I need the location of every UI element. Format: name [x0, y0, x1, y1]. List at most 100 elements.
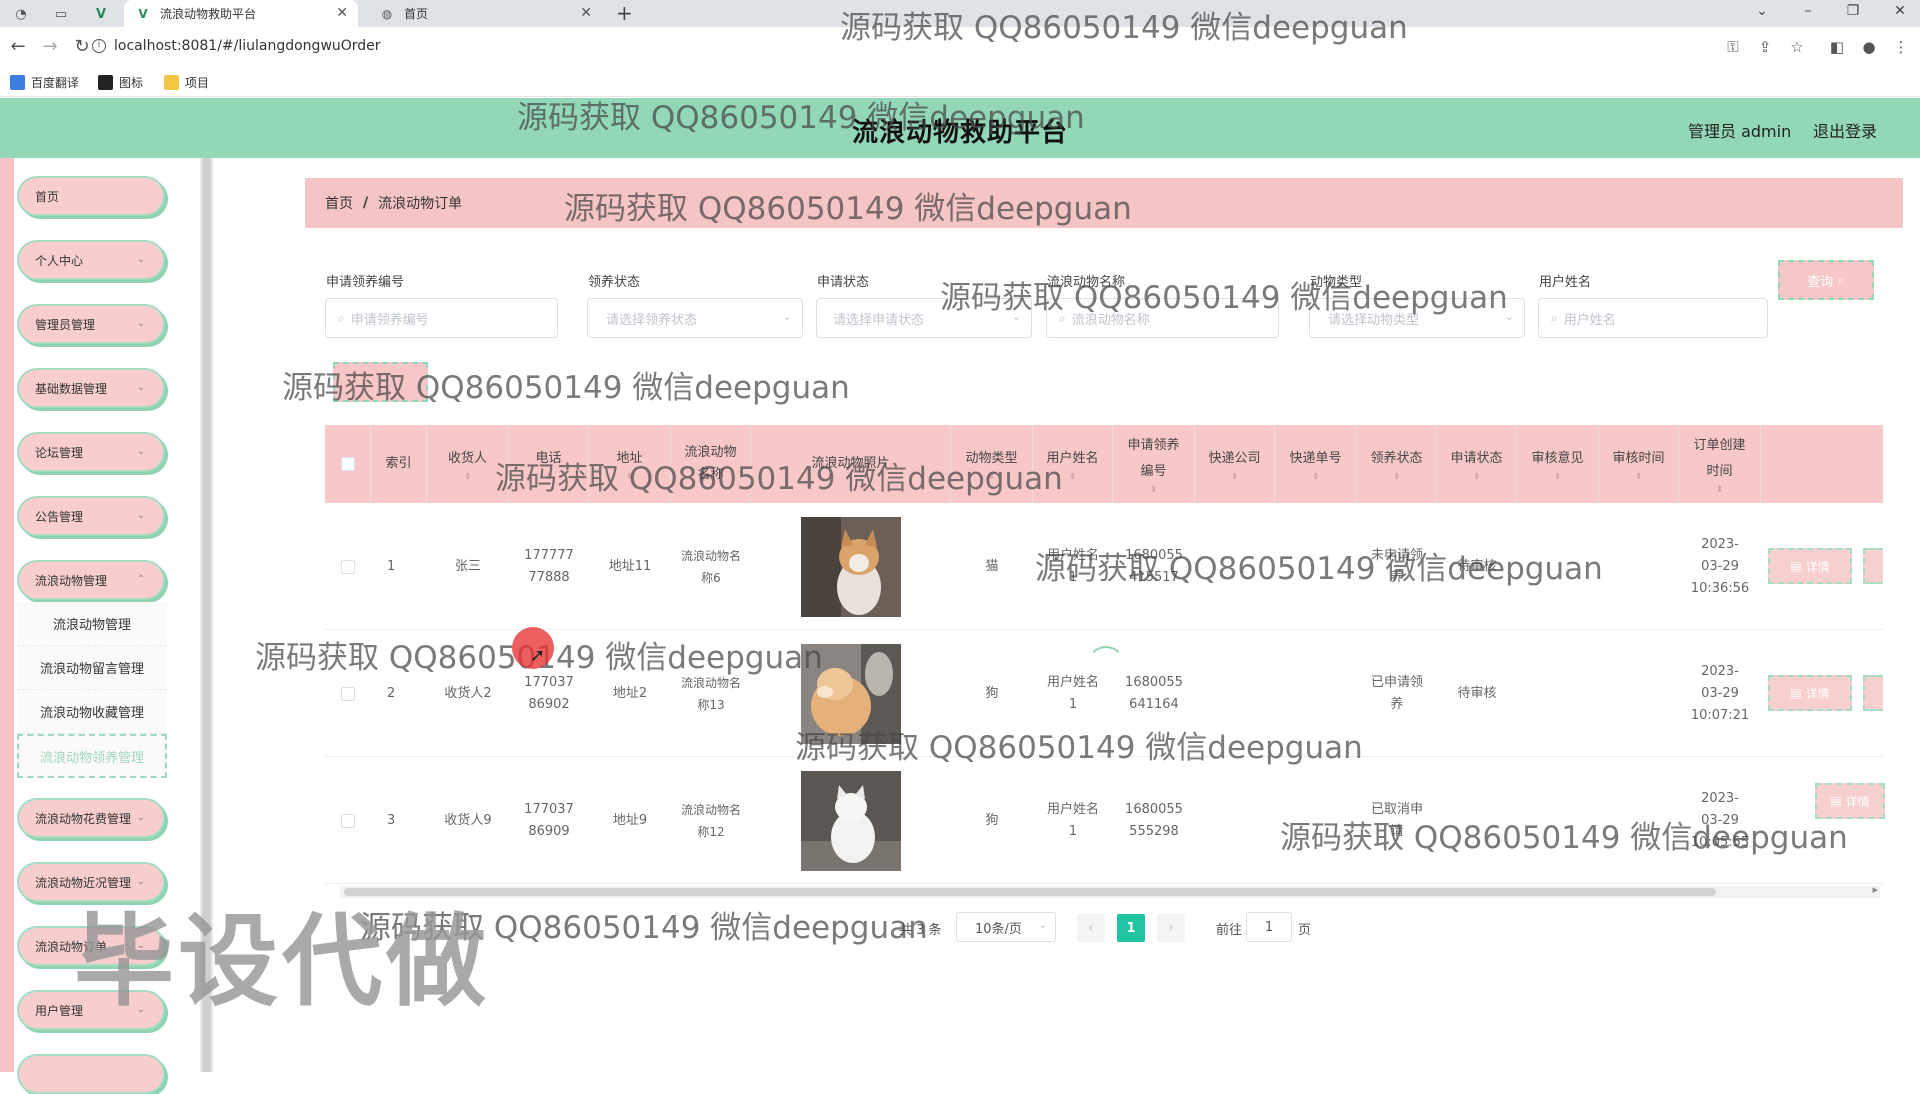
submenu-item-animal-adoption[interactable]: 流浪动物领养管理 [17, 734, 167, 778]
info-icon[interactable]: i [92, 39, 106, 53]
next-page-button[interactable]: › [1157, 914, 1185, 942]
search-icon: ⌕ [338, 310, 345, 325]
cell-index: 3 [387, 812, 396, 828]
sidebar-item-admin[interactable]: 管理员管理 ⌄ [17, 304, 165, 344]
profile-icon[interactable]: ● [1858, 38, 1880, 56]
column-header[interactable]: 申请领养编号 ⬍ [1113, 425, 1195, 503]
url-input[interactable]: localhost:8081/#/liulangdongwuOrder [114, 38, 381, 54]
browser-tab-active[interactable]: V 流浪动物救助平台 ✕ [124, 0, 358, 27]
sidebar-item-personal-center[interactable]: 个人中心 ⌄ [17, 240, 165, 280]
watermark: 源码获取 QQ86050149 微信deepguan [940, 280, 1508, 316]
reload-icon[interactable]: ↻ [70, 36, 94, 57]
sidebar-item-forum[interactable]: 论坛管理 ⌄ [17, 432, 165, 472]
tab-title: 流浪动物救助平台 [160, 7, 257, 21]
tab-group-icon[interactable]: ▭ [48, 4, 74, 24]
forward-icon[interactable]: → [38, 36, 62, 57]
chevron-down-icon: ⌄ [136, 382, 145, 393]
sidebar-submenu: 流浪动物管理 流浪动物留言管理 流浪动物收藏管理 流浪动物领养管理 [17, 602, 167, 778]
breadcrumb-separator: / [363, 195, 369, 211]
column-header[interactable]: 订单创建时间 ⬍ [1679, 425, 1761, 503]
cell-user-name: 用户姓名1 [1046, 801, 1099, 839]
bookmark-item[interactable]: 项目 [164, 74, 209, 91]
adopt-status-select[interactable]: 请选择领养状态 ⌄ [587, 298, 803, 338]
cell-animal-photo [751, 757, 951, 884]
sidepanel-icon[interactable]: ◧ [1826, 38, 1848, 56]
select-all-checkbox[interactable] [325, 425, 371, 503]
watermark-large: 毕设代做 [74, 903, 490, 1020]
restore-icon[interactable]: ❐ [1838, 3, 1868, 19]
page-size-select[interactable]: 10条/页 ⌄ [956, 912, 1056, 942]
row-checkbox[interactable] [325, 503, 371, 630]
chevron-down-icon: ⌄ [136, 510, 145, 521]
close-icon[interactable]: ✕ [580, 5, 592, 21]
star-icon[interactable]: ☆ [1786, 38, 1808, 56]
submenu-item-animal-message[interactable]: 流浪动物留言管理 [17, 646, 167, 690]
vue-icon[interactable]: V [88, 4, 114, 24]
close-window-icon[interactable]: ✕ [1885, 3, 1915, 19]
sidebar-item-animal-cost[interactable]: 流浪动物花费管理 ⌄ [17, 798, 165, 838]
prev-page-button[interactable]: ‹ [1077, 914, 1105, 942]
share-icon[interactable]: ⇪ [1754, 38, 1776, 56]
new-tab-icon[interactable]: + [616, 1, 633, 25]
table-scrollbar[interactable]: ▸ [340, 883, 1880, 898]
back-icon[interactable]: ← [6, 36, 30, 57]
sidebar-item-animal[interactable]: 流浪动物管理 ⌃ [17, 560, 165, 600]
apply-no-input[interactable]: ⌕ 申请领养编号 [325, 298, 558, 338]
query-button[interactable]: 查询 ⌕ [1778, 260, 1874, 300]
column-header[interactable]: 快递公司 ⬍ [1195, 425, 1275, 503]
goto-page-input[interactable]: 1 [1246, 912, 1292, 942]
admin-label: 管理员 admin [1688, 122, 1792, 141]
column-header[interactable]: 审核意见 ⬍ [1517, 425, 1599, 503]
browser-tab[interactable]: ◍ 首页 ✕ [368, 0, 602, 27]
cell-review-time [1599, 503, 1679, 630]
column-header[interactable]: 索引 [371, 425, 427, 503]
row-checkbox[interactable] [325, 757, 371, 884]
breadcrumb-home[interactable]: 首页 [325, 193, 353, 213]
bookmark-item[interactable]: 百度翻译 [10, 74, 79, 91]
logout-link[interactable]: 退出登录 [1813, 118, 1877, 142]
sidebar-item-base-data[interactable]: 基础数据管理 ⌄ [17, 368, 165, 408]
column-header[interactable]: 申请状态 ⬍ [1437, 425, 1517, 503]
chevron-down-icon: ⌄ [136, 318, 145, 329]
user-name-input[interactable]: ⌕ 用户姓名 [1538, 298, 1768, 338]
detail-button[interactable]: ▤ 详情 [1768, 675, 1852, 711]
menu-icon[interactable]: ⋮ [1890, 38, 1912, 56]
cell-created: 2023-03-29 10:07:21 [1690, 663, 1750, 723]
cell-receiver: 张三 [454, 558, 481, 574]
detail-button[interactable]: ▤ 详情 [1768, 548, 1852, 584]
tab-search-icon[interactable]: ⌄ [1747, 3, 1777, 19]
submenu-item-animal-favorite[interactable]: 流浪动物收藏管理 [17, 690, 167, 734]
close-icon[interactable]: ✕ [336, 5, 348, 21]
submenu-item-animal[interactable]: 流浪动物管理 [17, 602, 167, 646]
edit-button[interactable] [1863, 548, 1883, 584]
cell-review-note [1517, 630, 1599, 757]
bookmark-item[interactable]: 图标 [98, 74, 143, 91]
search-icon: ⌕ [1551, 310, 1558, 325]
watermark: 源码获取 QQ86050149 微信deepguan [517, 100, 1085, 136]
chevron-down-icon: ⌄ [136, 254, 145, 265]
breadcrumb-current: 流浪动物订单 [378, 196, 463, 212]
column-header[interactable]: 领养状态 ⬍ [1357, 425, 1437, 503]
chrome-icon[interactable]: ◔ [8, 4, 34, 24]
sidebar-item-notice[interactable]: 公告管理 ⌄ [17, 496, 165, 536]
search-icon: ⌕ [1837, 272, 1845, 288]
sidebar-item-home[interactable]: 首页 [17, 176, 165, 216]
tab-title: 首页 [404, 7, 429, 21]
sidebar-item-more[interactable] [17, 1054, 165, 1094]
globe-icon: ◍ [381, 6, 393, 21]
edit-button[interactable] [1863, 675, 1883, 711]
cell-index: 1 [387, 558, 396, 574]
chevron-right-icon[interactable]: ▸ [1872, 883, 1878, 896]
minimize-icon[interactable]: – [1793, 3, 1823, 19]
column-header[interactable]: 快递单号 ⬍ [1275, 425, 1357, 503]
filter-label: 申请状态 [817, 275, 870, 290]
pet-photo [801, 516, 901, 617]
page-number-current[interactable]: 1 [1117, 914, 1145, 942]
column-header[interactable]: 审核时间 ⬍ [1599, 425, 1679, 503]
cell-created: 2023-03-29 10:36:56 [1690, 536, 1750, 596]
cell-animal-type: 狗 [985, 812, 999, 828]
document-icon: ▤ [1790, 686, 1802, 700]
filter-label: 用户姓名 [1539, 275, 1592, 290]
cell-animal-name: 流浪动物名称6 [681, 548, 742, 585]
key-icon[interactable]: ⚿ [1722, 38, 1744, 56]
